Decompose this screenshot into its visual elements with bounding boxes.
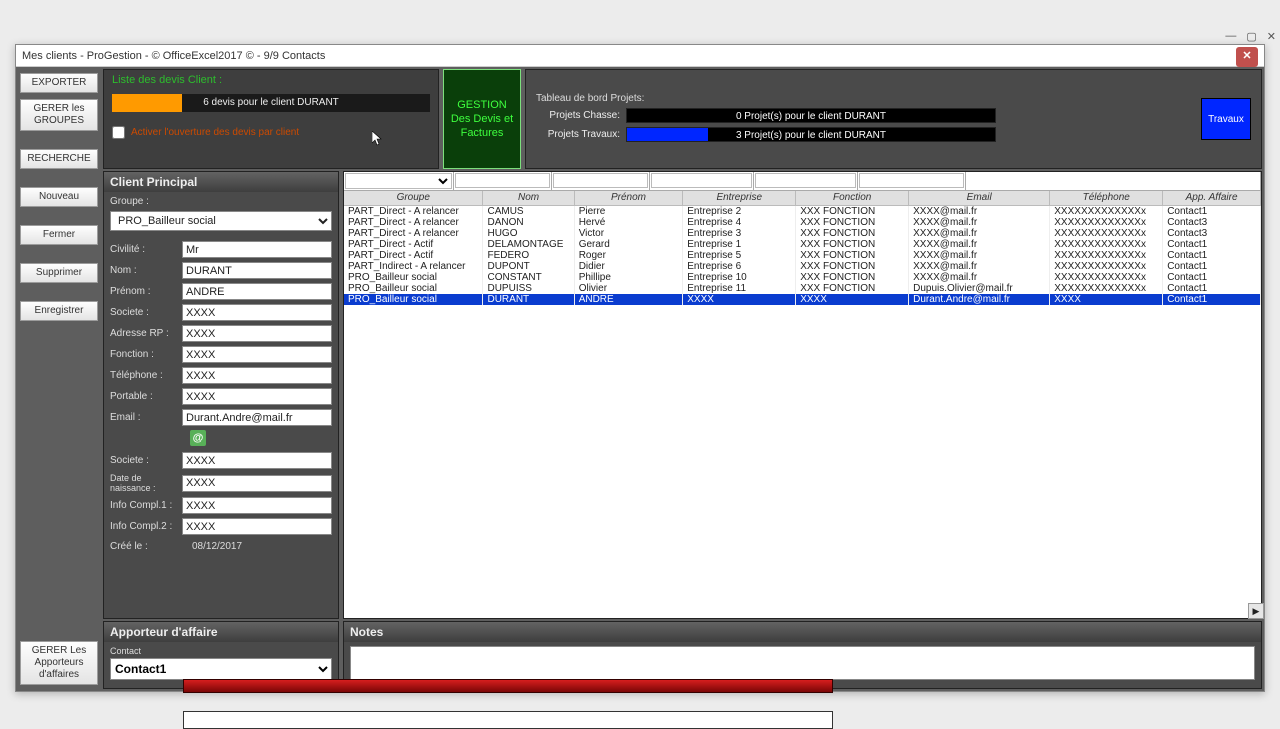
nom-input[interactable]	[182, 262, 332, 279]
supprimer-button[interactable]: Supprimer	[20, 263, 98, 283]
societe-label: Societe :	[110, 307, 178, 318]
societe2-input[interactable]	[182, 452, 332, 469]
table-row[interactable]: PART_Direct - ActifDELAMONTAGEGerardEntr…	[344, 239, 1261, 250]
adresse-label: Adresse RP :	[110, 328, 178, 339]
titlebar: Mes clients - ProGestion - © OfficeExcel…	[16, 45, 1264, 67]
table-row[interactable]: PART_Direct - ActifFEDERORogerEntreprise…	[344, 250, 1261, 261]
info1-input[interactable]	[182, 497, 332, 514]
filter-groupe-select[interactable]	[345, 173, 452, 189]
email-at-icon[interactable]: @	[190, 430, 206, 446]
activate-devis-checkbox[interactable]	[112, 126, 125, 139]
table-row[interactable]: PART_Direct - A relancerHUGOVictorEntrep…	[344, 228, 1261, 239]
column-header[interactable]: Nom	[483, 191, 574, 205]
filter-prenom-input[interactable]	[553, 173, 648, 188]
column-header[interactable]: Entreprise	[683, 191, 796, 205]
groupe-select[interactable]: PRO_Bailleur social	[110, 211, 332, 231]
travaux-button[interactable]: Travaux	[1201, 98, 1251, 140]
grid-filter-row	[344, 172, 1261, 191]
portable-input[interactable]	[182, 388, 332, 405]
info2-label: Info Compl.2 :	[110, 521, 178, 532]
cree-label: Créé le :	[110, 541, 186, 552]
prenom-label: Prénom :	[110, 286, 178, 297]
banner-overlay-red	[183, 679, 833, 693]
prenom-input[interactable]	[182, 283, 332, 300]
projets-chasse-label: Projets Chasse:	[536, 110, 620, 121]
apporteur-contact-label: Contact	[110, 646, 332, 656]
email-label: Email :	[110, 412, 178, 423]
table-row[interactable]: PRO_Bailleur socialCONSTANTPhillipeEntre…	[344, 272, 1261, 283]
groupe-label: Groupe :	[110, 196, 186, 207]
table-row[interactable]: PART_Indirect - A relancerDUPONTDidierEn…	[344, 261, 1261, 272]
projets-chasse-bar[interactable]: 0 Projet(s) pour le client DURANT	[626, 108, 996, 123]
scroll-right-button[interactable]: ▶	[1248, 603, 1264, 619]
bg-minimize: —	[1225, 30, 1236, 43]
column-header[interactable]: App. Affaire	[1163, 191, 1261, 205]
email-input[interactable]	[182, 409, 332, 426]
bg-close: ✕	[1267, 30, 1276, 43]
apporteur-panel-title: Apporteur d'affaire	[104, 622, 338, 642]
fonction-input[interactable]	[182, 346, 332, 363]
devis-panel: Liste des devis Client : 6 devis pour le…	[103, 69, 439, 169]
portable-label: Portable :	[110, 391, 178, 402]
projets-travaux-bar[interactable]: 3 Projet(s) pour le client DURANT	[626, 127, 996, 142]
projets-travaux-label: Projets Travaux:	[536, 129, 620, 140]
gestion-devis-button[interactable]: GESTION Des Devis et Factures	[443, 69, 521, 169]
civilite-label: Civilité :	[110, 244, 178, 255]
devis-progress-text: 6 devis pour le client DURANT	[112, 94, 430, 112]
table-row[interactable]: PRO_Bailleur socialDURANTANDREXXXXXXXXDu…	[344, 294, 1261, 305]
info2-input[interactable]	[182, 518, 332, 535]
fermer-button[interactable]: Fermer	[20, 225, 98, 245]
fonction-label: Fonction :	[110, 349, 178, 360]
contacts-table[interactable]: GroupeNomPrénomEntrepriseFonctionEmailTé…	[344, 191, 1261, 305]
projets-travaux-text: 3 Projet(s) pour le client DURANT	[627, 128, 995, 141]
table-row[interactable]: PRO_Bailleur socialDUPUISSOlivierEntrepr…	[344, 283, 1261, 294]
column-header[interactable]: Téléphone	[1050, 191, 1163, 205]
notes-textarea[interactable]	[350, 646, 1255, 680]
exporter-button[interactable]: EXPORTER	[20, 73, 98, 93]
column-header[interactable]: Groupe	[344, 191, 483, 205]
gerer-groupes-button[interactable]: GERER les GROUPES	[20, 99, 98, 131]
telephone-label: Téléphone :	[110, 370, 178, 381]
close-icon[interactable]: ✕	[1236, 47, 1258, 67]
societe2-label: Societe :	[110, 455, 178, 466]
left-toolbar: EXPORTER GERER les GROUPES RECHERCHE Nou…	[18, 69, 100, 689]
table-row[interactable]: PART_Direct - A relancerCAMUSPierreEntre…	[344, 205, 1261, 217]
dashboard-panel: Tableau de bord Projets: Projets Chasse:…	[525, 69, 1262, 169]
dashboard-title: Tableau de bord Projets:	[536, 93, 996, 104]
notes-panel-title: Notes	[344, 622, 1261, 642]
filter-email-input[interactable]	[859, 173, 964, 188]
societe-input[interactable]	[182, 304, 332, 321]
banner-overlay-white	[183, 711, 833, 729]
nouveau-button[interactable]: Nouveau	[20, 187, 98, 207]
telephone-input[interactable]	[182, 367, 332, 384]
devis-title: Liste des devis Client :	[112, 74, 430, 86]
recherche-button[interactable]: RECHERCHE	[20, 149, 98, 169]
civilite-input[interactable]	[182, 241, 332, 258]
filter-fonction-input[interactable]	[755, 173, 856, 188]
column-header[interactable]: Prénom	[574, 191, 683, 205]
contacts-grid-panel: GroupeNomPrénomEntrepriseFonctionEmailTé…	[343, 171, 1262, 619]
adresse-input[interactable]	[182, 325, 332, 342]
bg-maximize: ▢	[1246, 30, 1256, 43]
column-header[interactable]: Fonction	[796, 191, 909, 205]
naissance-label: Date de naissance :	[110, 473, 178, 493]
client-panel-title: Client Principal	[104, 172, 338, 192]
projets-chasse-text: 0 Projet(s) pour le client DURANT	[627, 109, 995, 122]
cree-value: 08/12/2017	[192, 541, 242, 552]
filter-nom-input[interactable]	[455, 173, 550, 188]
client-panel: Client Principal Groupe : PRO_Bailleur s…	[103, 171, 339, 619]
activate-devis-label: Activer l'ouverture des devis par client	[131, 127, 299, 138]
enregistrer-button[interactable]: Enregistrer	[20, 301, 98, 321]
filter-entreprise-input[interactable]	[651, 173, 752, 188]
naissance-input[interactable]	[182, 475, 332, 492]
apporteur-contact-select[interactable]: Contact1	[110, 658, 332, 680]
devis-progress[interactable]: 6 devis pour le client DURANT	[112, 94, 430, 112]
info1-label: Info Compl.1 :	[110, 500, 178, 511]
nom-label: Nom :	[110, 265, 178, 276]
table-row[interactable]: PART_Direct - A relancerDANONHervéEntrep…	[344, 217, 1261, 228]
column-header[interactable]: Email	[909, 191, 1050, 205]
window-title: Mes clients - ProGestion - © OfficeExcel…	[22, 45, 325, 67]
gerer-apporteurs-button[interactable]: GERER Les Apporteurs d'affaires	[20, 641, 98, 685]
